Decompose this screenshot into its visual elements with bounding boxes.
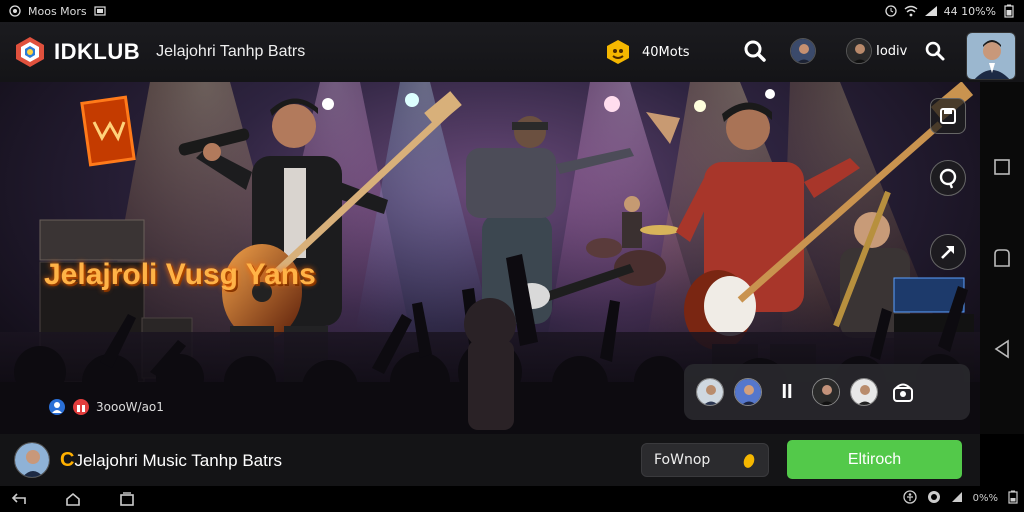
friend-avatar[interactable] [790,38,816,64]
follow-button[interactable]: FoWnop [641,443,769,477]
participant-avatar[interactable] [696,378,724,406]
listener-count-value: 3oooW/ao1 [96,400,164,414]
participant-avatar[interactable] [812,378,840,406]
now-playing-title: CJelajohri Music Tanhp Batrs [60,449,282,472]
now-playing-text: Jelajohri Music Tanhp Batrs [74,450,283,470]
share-icon[interactable] [930,234,966,270]
coins-value: 40Mots [642,44,690,60]
signal-small-icon [951,491,963,506]
coin-drop-icon [743,454,755,468]
coins-counter[interactable]: 40Mots [604,38,690,66]
brand-name: IDKLUB [54,39,141,64]
back-arrow-icon[interactable] [8,490,30,508]
system-nav-column [980,82,1024,434]
call-participants-panel: II [684,364,970,420]
listeners-icon [49,399,65,415]
recents-icon[interactable] [991,156,1013,178]
app-bar: IDKLUB Jelajohri Tanhp Batrs 40Mots Iodi… [0,22,1024,82]
accessibility-icon[interactable] [902,490,917,507]
coin-icon [607,40,629,64]
follow-label: FoWnop [654,452,711,468]
live-stage-video[interactable]: Jelajroli Vusg Yans 3oooW/ao1 II [0,82,980,434]
battery-small-icon [1008,490,1018,507]
search-icon-secondary[interactable] [920,36,950,66]
screen-icon [93,4,107,18]
home-outline-icon[interactable] [62,490,84,508]
now-playing-bar: CJelajohri Music Tanhp Batrs FoWnop Elti… [0,434,980,486]
participant-avatar[interactable] [850,378,878,406]
back-icon[interactable] [991,338,1013,360]
home-icon[interactable] [991,247,1013,269]
battery-icon [1002,4,1016,18]
sync-icon[interactable] [927,490,941,507]
phone-icon[interactable] [888,377,918,407]
app-logo-icon[interactable] [12,34,48,70]
now-playing-prefix: C [60,448,75,471]
listener-count[interactable]: 3oooW/ao1 [48,398,164,416]
user-avatar[interactable] [846,38,872,64]
record-icon [8,4,22,18]
save-icon[interactable] [930,98,966,134]
gift-icon [73,399,89,415]
sys-battery-text: 0%% [972,493,998,504]
status-right-text: 44 10%% [943,4,996,18]
participant-avatar[interactable] [734,378,762,406]
comment-icon[interactable] [930,160,966,196]
signal-icon [924,4,938,18]
stream-headline: Jelajroli Vusg Yans [44,258,316,291]
host-avatar[interactable] [14,442,50,478]
app-title: Jelajohri Tanhp Batrs [156,43,306,60]
alarm-icon [884,4,898,18]
system-nav-bar: 0%% [0,486,1024,512]
user-label[interactable]: Iodiv [876,44,907,59]
profile-avatar[interactable] [966,32,1016,80]
status-bar: Moos Mors 44 10%% [0,0,1024,22]
wifi-icon [904,4,918,18]
pause-button[interactable]: II [772,377,802,407]
pause-label: II [781,380,793,403]
status-left-text: Moos Mors [28,4,87,18]
join-button[interactable]: Eltiroch [787,440,962,479]
recent-apps-icon[interactable] [116,490,138,508]
search-icon[interactable] [740,36,770,66]
